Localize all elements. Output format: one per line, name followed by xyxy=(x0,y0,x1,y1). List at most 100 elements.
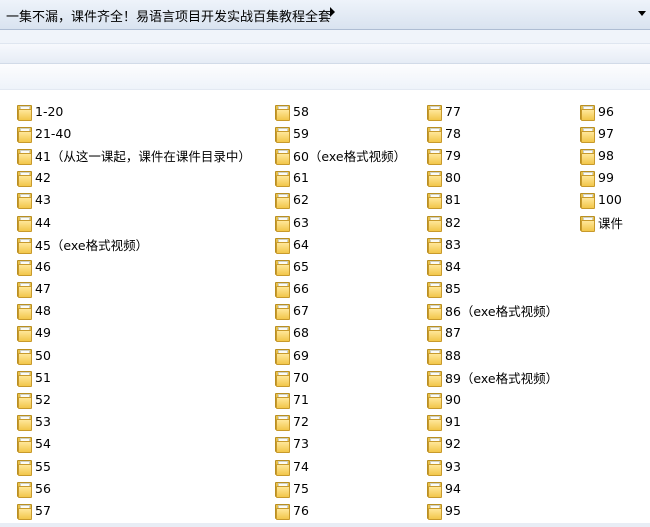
folder-icon xyxy=(275,170,290,188)
folder-item[interactable]: 59 xyxy=(275,122,406,144)
folder-item[interactable]: 42 xyxy=(17,167,251,189)
folder-item[interactable]: 91 xyxy=(427,411,558,433)
folder-item[interactable]: 76 xyxy=(275,499,406,521)
folder-item[interactable]: 44 xyxy=(17,211,251,233)
folder-item[interactable]: 80 xyxy=(427,167,558,189)
folder-item[interactable]: 41（从这一课起，课件在课件目录中） xyxy=(17,144,251,166)
folder-label: 45（exe格式视频） xyxy=(35,237,149,253)
folder-item[interactable]: 54 xyxy=(17,433,251,455)
folder-item[interactable]: 60（exe格式视频） xyxy=(275,144,406,166)
folder-item[interactable]: 82 xyxy=(427,211,558,233)
menu-strip xyxy=(0,30,650,44)
folder-item[interactable]: 课件 xyxy=(580,211,623,233)
folder-item[interactable]: 53 xyxy=(17,411,251,433)
folder-item[interactable]: 66 xyxy=(275,278,406,300)
folder-item[interactable]: 96 xyxy=(580,100,623,122)
folder-label: 75 xyxy=(293,480,309,496)
folder-item[interactable]: 58 xyxy=(275,100,406,122)
folder-item[interactable]: 95 xyxy=(427,499,558,521)
folder-item[interactable]: 90 xyxy=(427,388,558,410)
folder-icon xyxy=(275,348,290,365)
folder-label: 58 xyxy=(293,103,309,119)
folder-item[interactable]: 64 xyxy=(275,233,406,255)
folder-item[interactable]: 55 xyxy=(17,455,251,477)
folder-label: 77 xyxy=(445,103,461,119)
folder-label: 76 xyxy=(293,502,309,518)
folder-item[interactable]: 83 xyxy=(427,233,558,255)
folder-item[interactable]: 51 xyxy=(17,366,251,388)
folder-icon xyxy=(275,414,290,432)
folder-item[interactable]: 52 xyxy=(17,388,251,410)
folder-item[interactable]: 84 xyxy=(427,255,558,277)
folder-icon xyxy=(17,215,32,232)
folder-item[interactable]: 97 xyxy=(580,122,623,144)
folder-item[interactable]: 98 xyxy=(580,144,623,166)
folder-item[interactable]: 63 xyxy=(275,211,406,233)
folder-icon xyxy=(427,436,442,454)
folder-label: 65 xyxy=(293,258,309,274)
folder-label: 80 xyxy=(445,170,461,186)
folder-item[interactable]: 79 xyxy=(427,144,558,166)
folder-item[interactable]: 67 xyxy=(275,300,406,322)
folder-label: 54 xyxy=(35,436,51,452)
folder-icon xyxy=(275,126,290,143)
folder-icon xyxy=(17,303,32,321)
folder-label: 82 xyxy=(445,214,461,230)
folder-item[interactable]: 85 xyxy=(427,278,558,300)
folder-label: 89（exe格式视频） xyxy=(445,370,559,386)
folder-item[interactable]: 47 xyxy=(17,278,251,300)
folder-item[interactable]: 78 xyxy=(427,122,558,144)
folder-label: 90 xyxy=(445,392,461,408)
folder-item[interactable]: 70 xyxy=(275,366,406,388)
folder-icon xyxy=(275,481,290,498)
folder-icon xyxy=(427,259,442,276)
folder-item[interactable]: 87 xyxy=(427,322,558,344)
folder-item[interactable]: 86（exe格式视频） xyxy=(427,300,558,322)
folder-item[interactable]: 69 xyxy=(275,344,406,366)
folder-item[interactable]: 71 xyxy=(275,388,406,410)
breadcrumb-chevron-icon[interactable] xyxy=(330,7,335,17)
folder-item[interactable]: 46 xyxy=(17,255,251,277)
folder-item[interactable]: 49 xyxy=(17,322,251,344)
folder-item[interactable]: 75 xyxy=(275,477,406,499)
folder-item[interactable]: 89（exe格式视频） xyxy=(427,366,558,388)
address-dropdown-icon[interactable] xyxy=(638,11,646,16)
folder-label: 48 xyxy=(35,303,51,319)
folder-item[interactable]: 65 xyxy=(275,255,406,277)
folder-item[interactable]: 99 xyxy=(580,167,623,189)
folder-item[interactable]: 50 xyxy=(17,344,251,366)
folder-item[interactable]: 61 xyxy=(275,167,406,189)
folder-item[interactable]: 73 xyxy=(275,433,406,455)
folder-item[interactable]: 43 xyxy=(17,189,251,211)
folder-icon xyxy=(275,436,290,454)
folder-item[interactable]: 56 xyxy=(17,477,251,499)
address-bar[interactable]: 一集不漏，课件齐全！易语言项目开发实战百集教程全套 xyxy=(0,0,650,30)
folder-item[interactable]: 77 xyxy=(427,100,558,122)
folder-label: 73 xyxy=(293,436,309,452)
folder-item[interactable]: 88 xyxy=(427,344,558,366)
folder-item[interactable]: 45（exe格式视频） xyxy=(17,233,251,255)
folder-item[interactable]: 62 xyxy=(275,189,406,211)
folder-item[interactable]: 92 xyxy=(427,433,558,455)
folder-item[interactable]: 74 xyxy=(275,455,406,477)
folder-label: 1-20 xyxy=(35,103,64,119)
folder-item[interactable]: 93 xyxy=(427,455,558,477)
folder-item[interactable]: 72 xyxy=(275,411,406,433)
breadcrumb[interactable]: 一集不漏，课件齐全！易语言项目开发实战百集教程全套 xyxy=(6,6,331,25)
folder-item[interactable]: 21-40 xyxy=(17,122,251,144)
folder-icon xyxy=(427,325,442,343)
folder-label: 91 xyxy=(445,414,461,430)
folder-item[interactable]: 94 xyxy=(427,477,558,499)
folder-item[interactable]: 100 xyxy=(580,189,623,211)
folder-icon xyxy=(17,148,32,165)
folder-item[interactable]: 48 xyxy=(17,300,251,322)
folder-label: 64 xyxy=(293,236,309,252)
folder-icon xyxy=(427,148,442,165)
folder-item[interactable]: 57 xyxy=(17,499,251,521)
folder-item[interactable]: 68 xyxy=(275,322,406,344)
folder-item[interactable]: 81 xyxy=(427,189,558,211)
folder-icon xyxy=(275,104,290,121)
folder-label: 74 xyxy=(293,458,309,474)
folder-item[interactable]: 1-20 xyxy=(17,100,251,122)
folder-icon xyxy=(427,215,442,232)
